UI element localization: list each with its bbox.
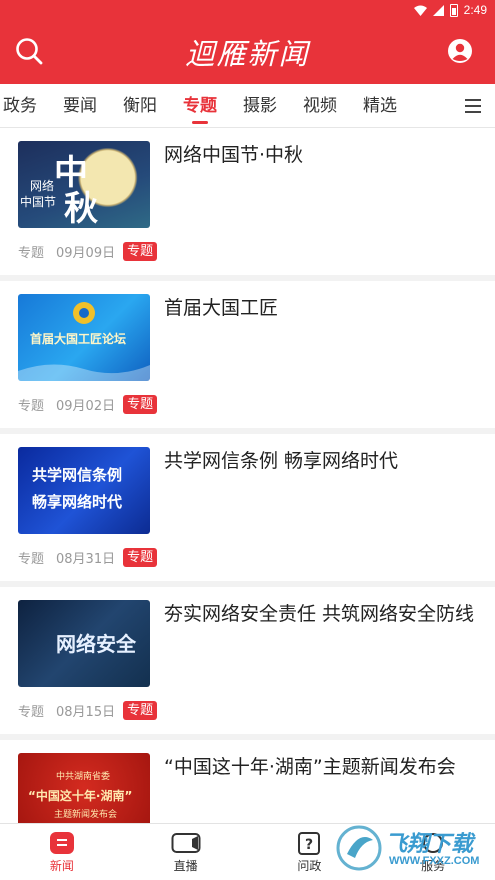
- news-date: 08月15日: [56, 705, 116, 720]
- news-meta: 专题 09月09日 专题: [18, 242, 158, 261]
- news-category: 专题: [18, 399, 45, 414]
- question-icon: ?: [298, 832, 321, 855]
- wave-decoration: [18, 364, 150, 381]
- watermark-url: WWW.FXXZ.COM: [389, 855, 480, 867]
- topic-badge: 专题: [123, 242, 158, 261]
- nav-label: 直播: [173, 859, 198, 873]
- status-bar: 2:49: [0, 0, 495, 20]
- app-header: 迴雁新闻: [0, 20, 495, 84]
- app-title: 迴雁新闻: [185, 37, 310, 71]
- gear-icon: [73, 302, 95, 324]
- thumb-caption: 主题新闻发布会: [54, 810, 118, 820]
- live-camera-icon: [171, 833, 201, 853]
- tab-shipin[interactable]: 视频: [290, 84, 350, 127]
- nav-label: 新闻: [49, 859, 74, 873]
- nav-live[interactable]: 直播: [124, 824, 248, 880]
- news-title[interactable]: “中国这十年·湖南”主题新闻发布会: [164, 752, 479, 782]
- news-item[interactable]: 共学网信条例 畅享网络时代 共学网信条例 畅享网络时代 专题 08月31日 专题: [0, 434, 495, 581]
- news-title[interactable]: 网络中国节·中秋: [164, 140, 479, 170]
- news-meta: 专题 08月31日 专题: [18, 548, 158, 567]
- search-icon[interactable]: [14, 36, 44, 66]
- news-list: 中 秋 网络 中国节 网络中国节·中秋 专题 09月09日 专题 首届大国工匠论…: [0, 128, 495, 880]
- tab-zhuanti[interactable]: 专题: [170, 84, 230, 127]
- news-category: 专题: [18, 246, 45, 261]
- thumb-caption: 首届大国工匠论坛: [30, 332, 127, 346]
- tab-fade: [433, 84, 495, 127]
- thumb-caption: 网络安全: [56, 632, 136, 656]
- news-date: 09月09日: [56, 246, 116, 261]
- nav-label: 问政: [297, 859, 322, 873]
- news-thumbnail: 首届大国工匠论坛: [18, 294, 150, 381]
- thumb-caption: 中国节: [20, 195, 57, 209]
- topic-badge: 专题: [123, 395, 158, 414]
- tab-jingxuan[interactable]: 精选: [350, 84, 410, 127]
- news-category: 专题: [18, 705, 45, 720]
- news-title[interactable]: 首届大国工匠: [164, 293, 479, 323]
- tab-track: 政务 要闻 衡阳 专题 摄影 视频 精选: [0, 84, 410, 127]
- news-meta: 专题 08月15日 专题: [18, 701, 158, 720]
- news-item[interactable]: 中 秋 网络 中国节 网络中国节·中秋 专题 09月09日 专题: [0, 128, 495, 275]
- thumb-caption: 共学网信条例: [32, 466, 123, 484]
- news-date: 09月02日: [56, 399, 116, 414]
- topic-badge: 专题: [123, 701, 158, 720]
- topic-badge: 专题: [123, 548, 158, 567]
- thumb-caption: “中国这十年·湖南”: [28, 789, 133, 803]
- news-thumbnail: 网络安全: [18, 600, 150, 687]
- nav-news[interactable]: 新闻: [0, 824, 124, 880]
- battery-icon: [449, 3, 458, 17]
- thumb-caption: 网络: [30, 179, 55, 193]
- tab-sheying[interactable]: 摄影: [230, 84, 290, 127]
- news-title[interactable]: 共学网信条例 畅享网络时代: [164, 446, 479, 476]
- menu-icon[interactable]: [465, 99, 481, 113]
- category-tabs: 政务 要闻 衡阳 专题 摄影 视频 精选: [0, 84, 495, 128]
- watermark-logo-icon: [336, 825, 382, 871]
- news-category: 专题: [18, 552, 45, 567]
- wifi-icon: [413, 5, 427, 16]
- thumb-caption: 中共湖南省委: [56, 772, 111, 782]
- status-time: 2:49: [463, 3, 487, 17]
- watermark: 飞翔下载 WWW.FXXZ.COM: [335, 822, 487, 874]
- signal-icon: [432, 4, 444, 16]
- watermark-brand: 飞翔下载: [385, 832, 474, 857]
- news-icon: [49, 832, 74, 854]
- news-thumbnail: 共学网信条例 畅享网络时代: [18, 447, 150, 534]
- tab-yaowen[interactable]: 要闻: [50, 84, 110, 127]
- news-item[interactable]: 网络安全 夯实网络安全责任 共筑网络安全防线 专题 08月15日 专题: [0, 587, 495, 734]
- thumb-caption: 畅享网络时代: [32, 493, 123, 511]
- user-icon[interactable]: [447, 38, 473, 64]
- news-thumbnail: 中 秋 网络 中国节: [18, 141, 150, 228]
- svg-text:?: ?: [305, 837, 313, 853]
- news-meta: 专题 09月02日 专题: [18, 395, 158, 414]
- tab-zhengwu[interactable]: 政务: [0, 84, 50, 127]
- news-title[interactable]: 夯实网络安全责任 共筑网络安全防线: [164, 599, 479, 629]
- thumb-caption: 秋: [64, 189, 98, 228]
- news-date: 08月31日: [56, 552, 116, 567]
- news-item[interactable]: 首届大国工匠论坛 首届大国工匠 专题 09月02日 专题: [0, 281, 495, 428]
- tab-hengyang[interactable]: 衡阳: [110, 84, 170, 127]
